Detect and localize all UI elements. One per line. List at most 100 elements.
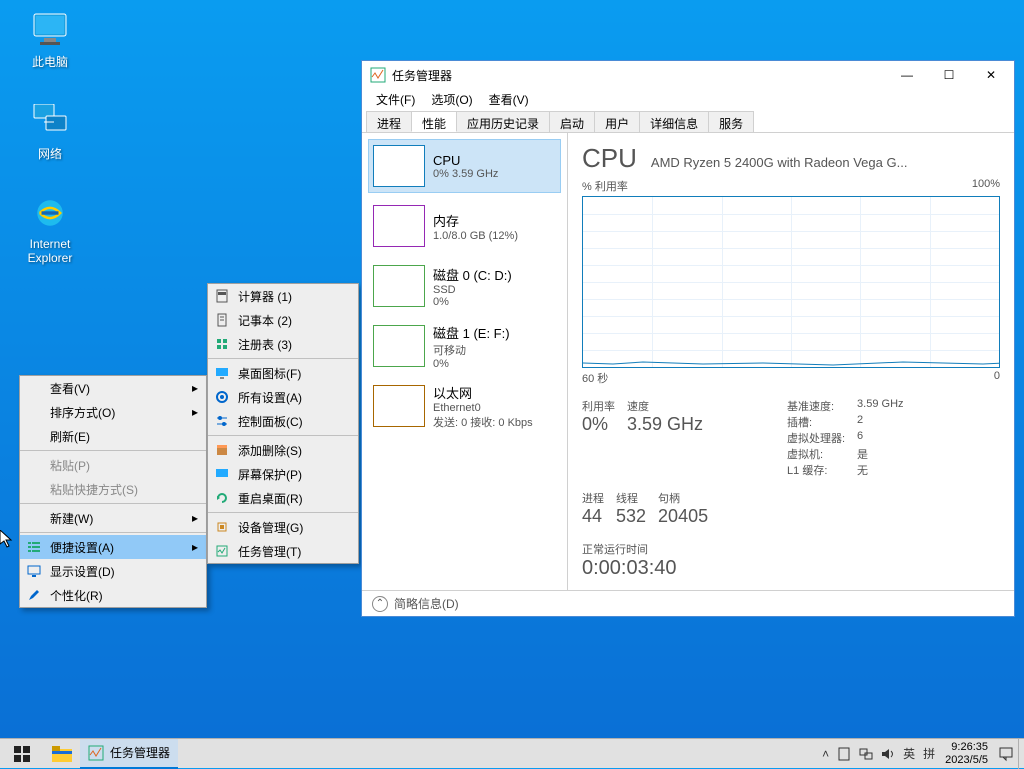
chevron-up-icon[interactable]: ⌃ xyxy=(372,596,388,612)
cpu-chart xyxy=(582,196,1000,368)
ctx-quick-settings[interactable]: 便捷设置(A)▸ xyxy=(20,535,206,559)
sub-restart-desktop[interactable]: 重启桌面(R) xyxy=(208,486,358,510)
monitor-icon xyxy=(30,12,70,46)
tab-strip: 进程 性能 应用历史记录 启动 用户 详细信息 服务 xyxy=(362,111,1014,133)
separator xyxy=(20,503,206,504)
tray-notifications-icon[interactable] xyxy=(994,739,1018,769)
ctx-personalize[interactable]: 个性化(R) xyxy=(20,583,206,607)
taskbar-task-manager[interactable]: 任务管理器 xyxy=(80,739,178,769)
thread-value: 532 xyxy=(616,506,646,527)
desktop-context-menu: 查看(V)▸ 排序方式(O)▸ 刷新(E) 粘贴(P) 粘贴快捷方式(S) 新建… xyxy=(19,375,207,608)
sub-notepad[interactable]: 记事本 (2) xyxy=(208,308,358,332)
network-icon xyxy=(30,104,70,138)
separator xyxy=(208,358,358,359)
tab-processes[interactable]: 进程 xyxy=(366,111,412,132)
quick-settings-submenu: 计算器 (1) 记事本 (2) 注册表 (3) 桌面图标(F) 所有设置(A) … xyxy=(207,283,359,564)
footer: ⌃ 简略信息(D) xyxy=(362,590,1014,616)
tab-app-history[interactable]: 应用历史记录 xyxy=(456,111,550,132)
menubar: 文件(F) 选项(O) 查看(V) xyxy=(362,89,1014,109)
chart-label-left: % 利用率 xyxy=(582,178,628,194)
close-button[interactable]: ✕ xyxy=(970,62,1012,88)
ctx-refresh[interactable]: 刷新(E) xyxy=(20,424,206,448)
desktop-icon-network[interactable]: 网络 xyxy=(12,104,88,162)
sub-calculator[interactable]: 计算器 (1) xyxy=(208,284,358,308)
paint-icon xyxy=(26,587,42,603)
show-desktop-button[interactable] xyxy=(1018,739,1024,769)
network-thumb-icon xyxy=(373,385,425,427)
tray-network-icon[interactable] xyxy=(855,739,877,769)
tab-details[interactable]: 详细信息 xyxy=(639,111,709,132)
start-button[interactable] xyxy=(0,739,44,769)
fewer-details-link[interactable]: 简略信息(D) xyxy=(394,595,459,612)
tray-ime-lang[interactable]: 英 xyxy=(899,739,919,769)
chevron-right-icon: ▸ xyxy=(192,381,198,395)
tray-up-icon[interactable]: ˄ xyxy=(818,739,833,769)
taskbar-explorer[interactable] xyxy=(44,739,80,769)
sidebar-disk1[interactable]: 磁盘 1 (E: F:)可移动0% xyxy=(368,319,561,373)
display-icon xyxy=(26,563,42,579)
thread-label: 线程 xyxy=(616,490,646,506)
task-manager-icon xyxy=(214,543,230,559)
desktop-icon-ie[interactable]: Internet Explorer xyxy=(12,196,88,265)
monitor-icon xyxy=(214,466,230,482)
ctx-view[interactable]: 查看(V)▸ xyxy=(20,376,206,400)
menu-options[interactable]: 选项(O) xyxy=(423,89,480,109)
disk-thumb-icon xyxy=(373,265,425,307)
handle-value: 20405 xyxy=(658,506,708,527)
separator xyxy=(20,450,206,451)
tab-users[interactable]: 用户 xyxy=(594,111,640,132)
task-manager-icon xyxy=(370,67,386,83)
proc-value: 44 xyxy=(582,506,604,527)
sub-add-remove[interactable]: 添加删除(S) xyxy=(208,438,358,462)
minimize-button[interactable]: — xyxy=(886,62,928,88)
ctx-new[interactable]: 新建(W)▸ xyxy=(20,506,206,530)
speed-label: 速度 xyxy=(627,398,703,414)
sidebar-disk0[interactable]: 磁盘 0 (C: D:)SSD0% xyxy=(368,259,561,313)
sub-control-panel[interactable]: 控制面板(C) xyxy=(208,409,358,433)
titlebar[interactable]: 任务管理器 — ☐ ✕ xyxy=(362,61,1014,89)
maximize-button[interactable]: ☐ xyxy=(928,62,970,88)
cpu-model: AMD Ryzen 5 2400G with Radeon Vega G... xyxy=(651,155,908,170)
chart-label-right: 100% xyxy=(972,178,1000,194)
tray-ime-mode[interactable]: 拼 xyxy=(919,739,939,769)
tab-startup[interactable]: 启动 xyxy=(549,111,595,132)
desktop-icon-this-pc[interactable]: 此电脑 xyxy=(12,12,88,70)
menu-view[interactable]: 查看(V) xyxy=(481,89,537,109)
cpu-line xyxy=(583,359,999,367)
chevron-right-icon: ▸ xyxy=(192,405,198,419)
sidebar-cpu[interactable]: CPU0% 3.59 GHz xyxy=(368,139,561,193)
refresh-icon xyxy=(214,490,230,506)
ie-icon xyxy=(30,196,70,230)
ctx-display-settings[interactable]: 显示设置(D) xyxy=(20,559,206,583)
uptime-value: 0:00:03:40 xyxy=(582,557,1000,580)
cube-icon xyxy=(214,336,230,352)
proc-label: 进程 xyxy=(582,490,604,506)
memory-thumb-icon xyxy=(373,205,425,247)
sub-task-mgr[interactable]: 任务管理(T) xyxy=(208,539,358,563)
menu-file[interactable]: 文件(F) xyxy=(368,89,423,109)
sub-all-settings[interactable]: 所有设置(A) xyxy=(208,385,358,409)
util-value: 0% xyxy=(582,414,615,435)
sub-regedit[interactable]: 注册表 (3) xyxy=(208,332,358,356)
tray-clock[interactable]: 9:26:35 2023/5/5 xyxy=(939,741,994,767)
ctx-sort[interactable]: 排序方式(O)▸ xyxy=(20,400,206,424)
sidebar-ethernet[interactable]: 以太网Ethernet0发送: 0 接收: 0 Kbps xyxy=(368,379,561,433)
package-icon xyxy=(214,442,230,458)
ctx-paste[interactable]: 粘贴(P) xyxy=(20,453,206,477)
tray-tablet-icon[interactable] xyxy=(833,739,855,769)
speed-value: 3.59 GHz xyxy=(627,414,703,435)
tab-performance[interactable]: 性能 xyxy=(411,111,457,132)
tab-services[interactable]: 服务 xyxy=(708,111,754,132)
tray-volume-icon[interactable] xyxy=(877,739,899,769)
sub-device-mgr[interactable]: 设备管理(G) xyxy=(208,515,358,539)
uptime-label: 正常运行时间 xyxy=(582,541,1000,557)
sidebar-memory[interactable]: 内存1.0/8.0 GB (12%) xyxy=(368,199,561,253)
sub-screen-protect[interactable]: 屏幕保护(P) xyxy=(208,462,358,486)
axis-right: 0 xyxy=(994,370,1000,386)
sub-desktop-icons[interactable]: 桌面图标(F) xyxy=(208,361,358,385)
ctx-paste-shortcut[interactable]: 粘贴快捷方式(S) xyxy=(20,477,206,501)
list-icon xyxy=(26,539,42,555)
performance-sidebar: CPU0% 3.59 GHz 内存1.0/8.0 GB (12%) 磁盘 0 (… xyxy=(362,133,568,590)
gear-icon xyxy=(214,389,230,405)
chevron-right-icon: ▸ xyxy=(192,540,198,554)
